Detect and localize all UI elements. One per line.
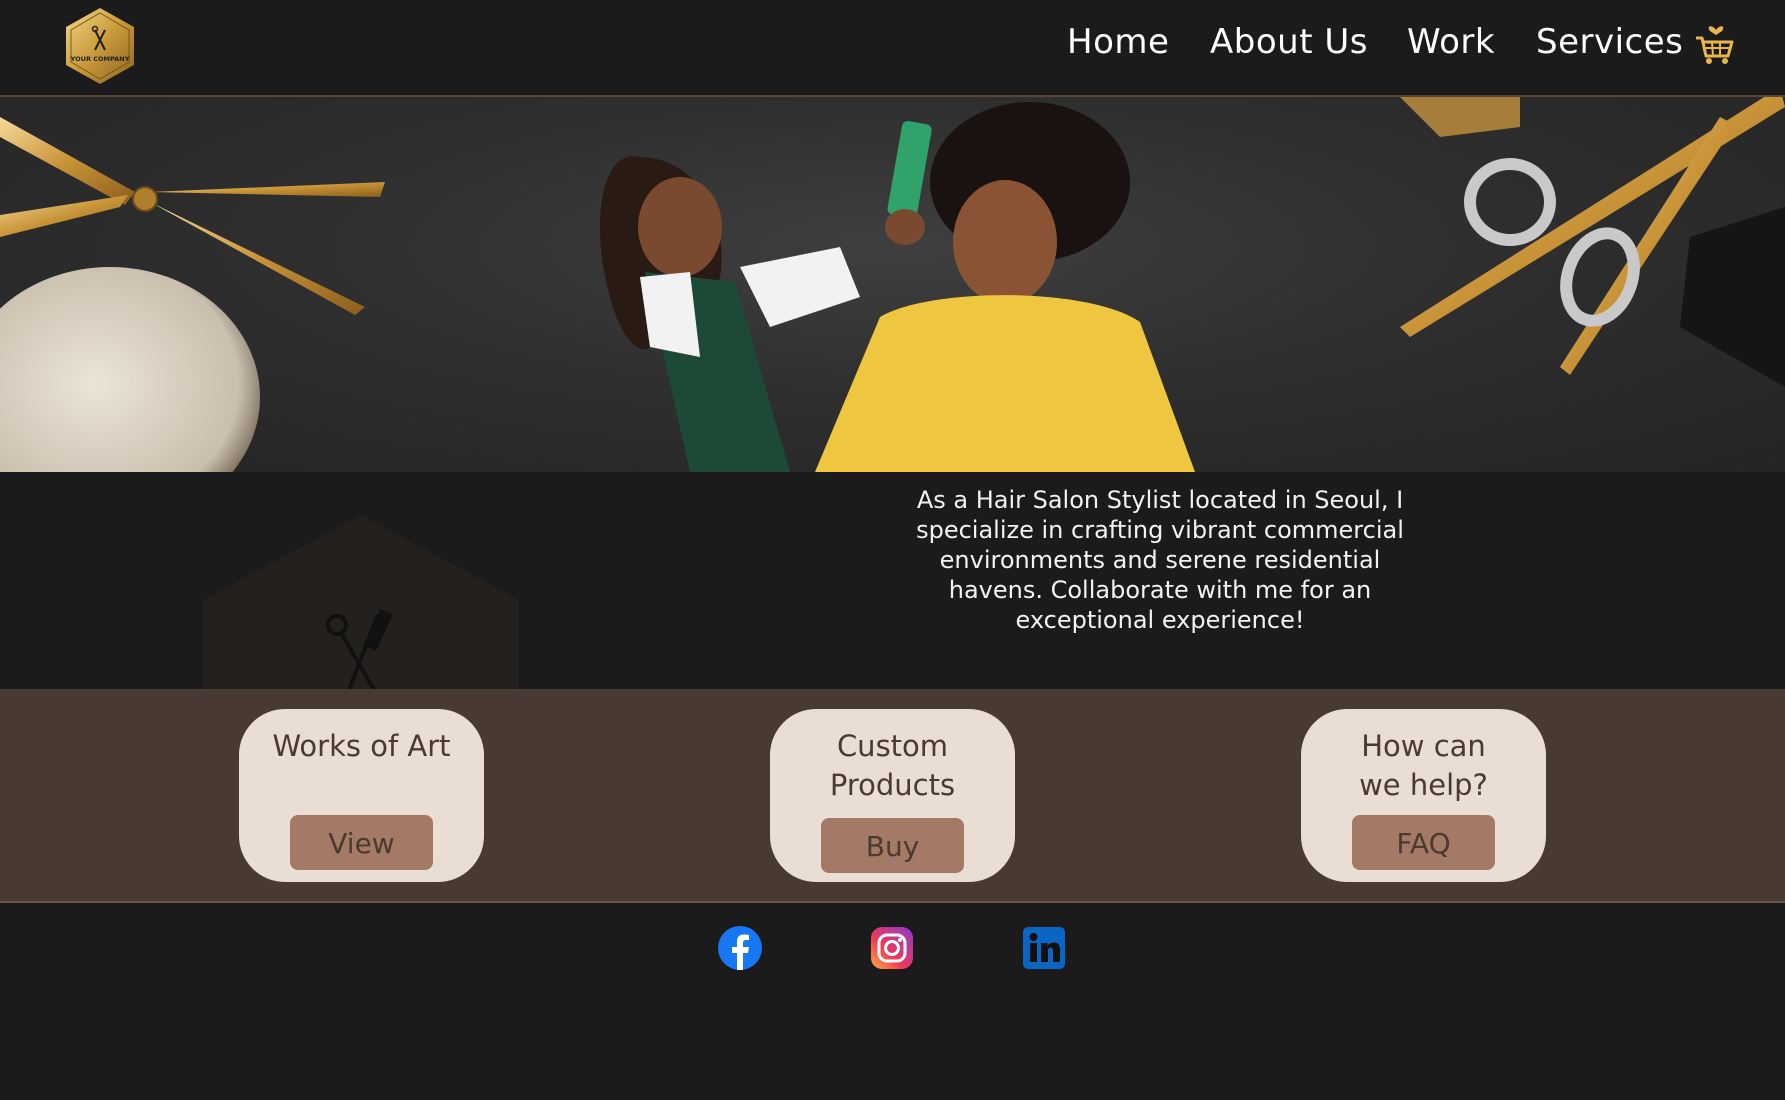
shopping-cart-icon[interactable] [1694, 20, 1736, 66]
nav-services[interactable]: Services [1536, 22, 1683, 62]
view-button[interactable]: View [290, 815, 433, 870]
hero-image [0, 97, 1785, 472]
faq-button[interactable]: FAQ [1352, 815, 1495, 870]
card-title: Custom Products [829, 729, 956, 802]
card-title: Works of Art [272, 729, 451, 763]
instagram-icon[interactable] [870, 926, 914, 970]
card-works-of-art: Works of Art View [239, 709, 484, 882]
nav-about-us[interactable]: About Us [1210, 22, 1368, 62]
hero-banner [0, 97, 1785, 472]
nav-work[interactable]: Work [1407, 22, 1495, 62]
client-figure [815, 102, 1195, 472]
company-logo[interactable]: YOUR COMPANY [64, 6, 136, 86]
pomade-tin [0, 267, 260, 472]
cta-band: Works of Art View Custom Products Buy Ho… [0, 689, 1785, 903]
buy-button[interactable]: Buy [821, 818, 964, 873]
site-header: YOUR COMPANY Home About Us Work Services [0, 0, 1785, 97]
brush-right [1400, 97, 1520, 137]
linkedin-icon[interactable] [1022, 926, 1066, 970]
card-title: How can we help? [1359, 729, 1488, 802]
comb-right [1680, 207, 1785, 387]
card-custom-products: Custom Products Buy [770, 709, 1015, 882]
intro-text: As a Hair Salon Stylist located in Seoul… [916, 486, 1404, 634]
card-faq: How can we help? FAQ [1301, 709, 1546, 882]
logo-text: YOUR COMPANY [70, 55, 130, 63]
nav-home[interactable]: Home [1067, 22, 1169, 62]
facebook-icon[interactable] [718, 926, 762, 970]
